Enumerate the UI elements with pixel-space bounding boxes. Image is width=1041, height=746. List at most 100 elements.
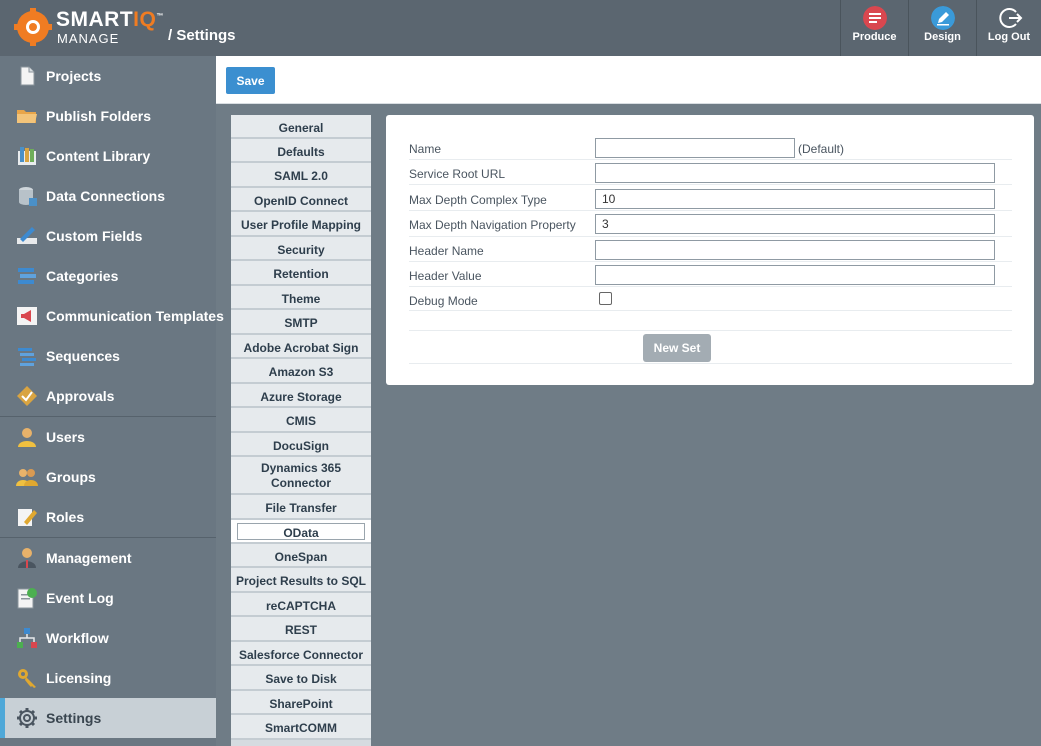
smartiq-logo[interactable]: SMARTIQ™ MANAGE <box>14 8 164 48</box>
settings-item-sharepoint[interactable]: SharePoint <box>231 691 371 715</box>
design-button[interactable]: Design <box>908 0 976 56</box>
divider <box>409 330 1012 331</box>
sidebar-item-content-library[interactable]: Content Library <box>0 136 216 176</box>
max-depth-nav-row: Max Depth Navigation Property <box>409 211 1012 237</box>
sidebar-item-communication-templates[interactable]: Communication Templates <box>0 296 224 336</box>
sequences-icon <box>18 348 36 366</box>
pencil-ruler-icon <box>17 227 37 244</box>
sidebar-item-roles[interactable]: Roles <box>0 497 216 537</box>
produce-icon <box>863 6 887 30</box>
service-root-url-input[interactable] <box>595 163 995 183</box>
settings-item-security[interactable]: Security <box>231 237 371 261</box>
produce-button[interactable]: Produce <box>840 0 908 56</box>
sidebar-nav: Projects Publish Folders Content Library… <box>0 56 224 746</box>
settings-menu: General Defaults SAML 2.0 OpenID Connect… <box>231 115 371 746</box>
settings-item-cmis[interactable]: CMIS <box>231 408 371 433</box>
settings-item-openid[interactable]: OpenID Connect <box>231 188 371 212</box>
header-name-row: Header Name <box>409 237 1012 262</box>
settings-item-rest[interactable]: REST <box>231 617 371 642</box>
settings-item-salesforce-connector[interactable]: Salesforce Connector <box>231 642 371 666</box>
settings-item-docusign[interactable]: DocuSign <box>231 433 371 457</box>
settings-item-project-results-to-sql[interactable]: Project Results to SQL <box>231 568 371 593</box>
page-title: / Settings <box>168 27 236 44</box>
header-value-row: Header Value <box>409 262 1012 287</box>
sidebar-item-custom-fields[interactable]: Custom Fields <box>0 216 216 256</box>
settings-item-save-to-disk[interactable]: Save to Disk <box>231 666 371 691</box>
settings-item-saml[interactable]: SAML 2.0 <box>231 163 371 188</box>
odata-settings-panel: Name (Default) Service Root URL Max Dept… <box>386 115 1034 385</box>
brand-subtitle: MANAGE <box>57 31 120 46</box>
sidebar-item-projects[interactable]: Projects <box>0 56 216 96</box>
sidebar-item-licensing[interactable]: Licensing <box>0 658 216 698</box>
roles-icon <box>18 509 37 526</box>
settings-item-odata[interactable]: OData <box>231 520 371 544</box>
settings-item-general[interactable]: General <box>231 115 371 139</box>
max-depth-nav-input[interactable] <box>595 214 995 234</box>
settings-item-azure-storage[interactable]: Azure Storage <box>231 384 371 408</box>
settings-item-retention[interactable]: Retention <box>231 261 371 286</box>
settings-item-dynamics-365-connector[interactable]: Dynamics 365 Connector <box>231 457 371 495</box>
library-icon <box>18 147 36 165</box>
settings-item-user-profile-mapping[interactable]: User Profile Mapping <box>231 212 371 237</box>
sidebar-item-event-log[interactable]: Event Log <box>0 578 216 618</box>
settings-item-onespan[interactable]: OneSpan <box>231 544 371 568</box>
max-depth-complex-label: Max Depth Complex Type <box>409 193 547 207</box>
workflow-icon <box>17 628 37 648</box>
settings-item-adobe-acrobat-sign[interactable]: Adobe Acrobat Sign <box>231 335 371 359</box>
max-depth-nav-label: Max Depth Navigation Property <box>409 218 576 232</box>
dynamics-label: Dynamics 365 <box>260 461 342 475</box>
sidebar-item-management[interactable]: Management <box>0 538 216 578</box>
event-log-icon <box>17 588 37 609</box>
debug-mode-label: Debug Mode <box>409 294 478 308</box>
active-indicator <box>237 523 365 540</box>
settings-item-recaptcha[interactable]: reCAPTCHA <box>231 593 371 617</box>
settings-item-amazon-s3[interactable]: Amazon S3 <box>231 359 371 384</box>
new-set-button[interactable]: New Set <box>643 334 711 362</box>
header-value-label: Header Value <box>409 269 482 283</box>
sidebar-item-approvals[interactable]: Approvals <box>0 376 216 416</box>
logout-label: Log Out <box>987 31 1031 43</box>
sidebar-item-users[interactable]: Users <box>0 417 216 457</box>
logout-icon <box>999 8 1023 28</box>
sidebar-item-settings[interactable]: Settings <box>0 698 216 738</box>
settings-item-defaults[interactable]: Defaults <box>231 139 371 163</box>
sidebar-item-categories[interactable]: Categories <box>0 256 216 296</box>
header-value-input[interactable] <box>595 265 995 285</box>
settings-item-smtp[interactable]: SMTP <box>231 310 371 335</box>
action-bar: Save <box>216 56 1041 104</box>
sidebar-item-groups[interactable]: Groups <box>0 457 216 497</box>
brand-name: SMARTIQ™ <box>56 8 164 31</box>
debug-mode-row: Debug Mode <box>409 287 1012 311</box>
megaphone-icon <box>17 307 37 325</box>
key-icon <box>18 669 36 688</box>
sidebar-item-data-connections[interactable]: Data Connections <box>0 176 216 216</box>
design-label: Design <box>924 31 961 43</box>
header-name-label: Header Name <box>409 244 484 258</box>
name-input[interactable] <box>595 138 795 158</box>
name-label: Name <box>409 142 442 156</box>
approvals-icon <box>17 386 37 406</box>
settings-item-file-transfer[interactable]: File Transfer <box>231 495 371 520</box>
categories-icon <box>18 268 36 284</box>
document-icon <box>20 66 35 86</box>
settings-item-theme[interactable]: Theme <box>231 286 371 310</box>
divider <box>409 363 1012 364</box>
sidebar-item-publish-folders[interactable]: Publish Folders <box>0 96 216 136</box>
design-icon <box>931 6 955 30</box>
database-icon <box>19 187 37 206</box>
name-row: Name (Default) <box>409 135 1012 160</box>
service-root-row: Service Root URL <box>409 160 1012 185</box>
sidebar-item-sequences[interactable]: Sequences <box>0 336 216 376</box>
group-icon <box>16 469 38 486</box>
header-name-input[interactable] <box>595 240 995 260</box>
save-button[interactable]: Save <box>226 67 275 94</box>
debug-mode-checkbox[interactable] <box>599 292 612 305</box>
logout-button[interactable]: Log Out <box>976 0 1041 56</box>
top-bar: SMARTIQ™ MANAGE / Settings Produce Desig… <box>0 0 1041 56</box>
sidebar-item-workflow[interactable]: Workflow <box>0 618 216 658</box>
user-icon <box>18 428 36 447</box>
manager-icon <box>18 548 36 568</box>
default-tag: (Default) <box>798 142 845 156</box>
settings-item-smartcomm[interactable]: SmartCOMM <box>231 715 371 740</box>
max-depth-complex-input[interactable] <box>595 189 995 209</box>
